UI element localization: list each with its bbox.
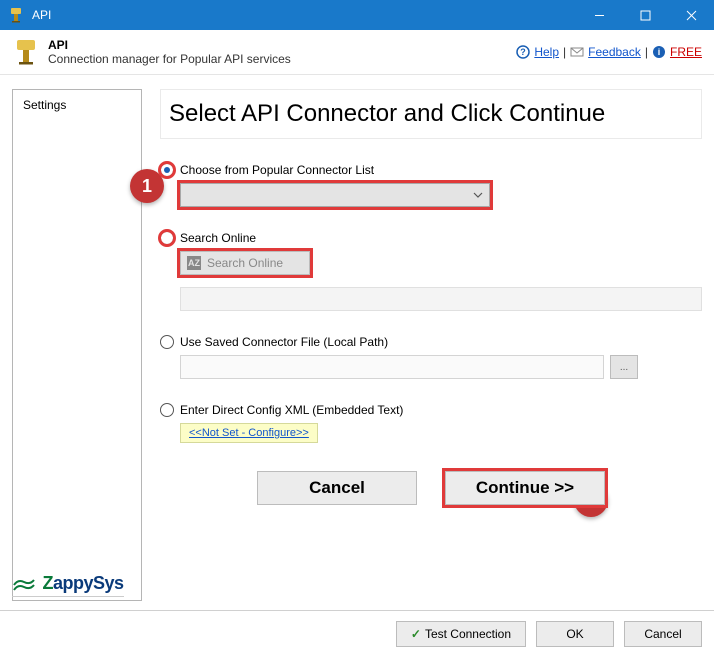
feedback-link[interactable]: Feedback xyxy=(588,45,641,59)
option-saved: Use Saved Connector File (Local Path) ..… xyxy=(160,335,702,379)
popular-connector-dropdown[interactable] xyxy=(180,183,490,207)
option-popular: Choose from Popular Connector List xyxy=(160,163,702,207)
footer: ✓ Test Connection OK Cancel xyxy=(0,610,714,657)
callout-badge-1: 1 xyxy=(130,169,164,203)
test-connection-label: Test Connection xyxy=(425,627,511,641)
free-link[interactable]: FREE xyxy=(670,45,702,59)
ok-button[interactable]: OK xyxy=(536,621,614,647)
search-online-button[interactable]: AZ Search Online xyxy=(180,251,310,275)
svg-text:?: ? xyxy=(521,47,527,57)
help-icon: ? xyxy=(516,45,530,59)
separator: | xyxy=(563,45,566,59)
main: Select API Connector and Click Continue … xyxy=(142,89,702,601)
main-heading: Select API Connector and Click Continue xyxy=(160,89,702,139)
test-connection-button[interactable]: ✓ Test Connection xyxy=(396,621,526,647)
header-subtitle: Connection manager for Popular API servi… xyxy=(48,52,516,66)
action-row: Cancel Continue >> xyxy=(160,471,702,505)
sidebar: Settings xyxy=(12,89,142,601)
search-result-field[interactable] xyxy=(180,287,702,311)
continue-button[interactable]: Continue >> xyxy=(445,471,605,505)
info-icon: i xyxy=(652,45,666,59)
radio-search[interactable] xyxy=(160,231,174,245)
header-links: ? Help | Feedback | i FREE xyxy=(516,45,702,59)
header-icon xyxy=(12,38,40,66)
radio-popular[interactable] xyxy=(160,163,174,177)
header: API Connection manager for Popular API s… xyxy=(0,30,714,75)
close-button[interactable] xyxy=(668,0,714,30)
option-direct: Enter Direct Config XML (Embedded Text) … xyxy=(160,403,702,443)
logo-icon xyxy=(12,576,36,594)
mail-icon xyxy=(570,45,584,59)
app-icon xyxy=(8,7,24,23)
maximize-button[interactable] xyxy=(622,0,668,30)
separator: | xyxy=(645,45,648,59)
radio-direct-label: Enter Direct Config XML (Embedded Text) xyxy=(180,403,403,417)
radio-saved-label: Use Saved Connector File (Local Path) xyxy=(180,335,388,349)
cancel-button[interactable]: Cancel xyxy=(257,471,417,505)
header-text: API Connection manager for Popular API s… xyxy=(48,38,516,66)
chevron-down-icon xyxy=(473,190,483,200)
minimize-button[interactable] xyxy=(576,0,622,30)
body: Settings Select API Connector and Click … xyxy=(0,75,714,609)
sidebar-item-settings[interactable]: Settings xyxy=(23,98,131,112)
radio-direct[interactable] xyxy=(160,403,174,417)
az-icon: AZ xyxy=(187,256,201,270)
radio-saved[interactable] xyxy=(160,335,174,349)
option-search: Search Online AZ Search Online xyxy=(160,231,702,311)
radio-search-label: Search Online xyxy=(180,231,256,245)
window-controls xyxy=(576,0,714,30)
radio-popular-label: Choose from Popular Connector List xyxy=(180,163,374,177)
logo-z: Z xyxy=(42,573,53,593)
notset-link[interactable]: <<Not Set - Configure>> xyxy=(180,423,318,443)
browse-button[interactable]: ... xyxy=(610,355,638,379)
logo: ZappySys xyxy=(12,573,124,597)
svg-text:i: i xyxy=(658,47,661,57)
help-link[interactable]: Help xyxy=(534,45,559,59)
check-icon: ✓ xyxy=(411,627,421,641)
footer-cancel-button[interactable]: Cancel xyxy=(624,621,702,647)
logo-rest: appySys xyxy=(53,573,124,593)
search-online-button-label: Search Online xyxy=(207,256,283,270)
titlebar-title: API xyxy=(32,8,576,22)
logo-underline xyxy=(12,596,124,597)
titlebar: API xyxy=(0,0,714,30)
saved-path-field[interactable] xyxy=(180,355,604,379)
header-title: API xyxy=(48,38,516,52)
